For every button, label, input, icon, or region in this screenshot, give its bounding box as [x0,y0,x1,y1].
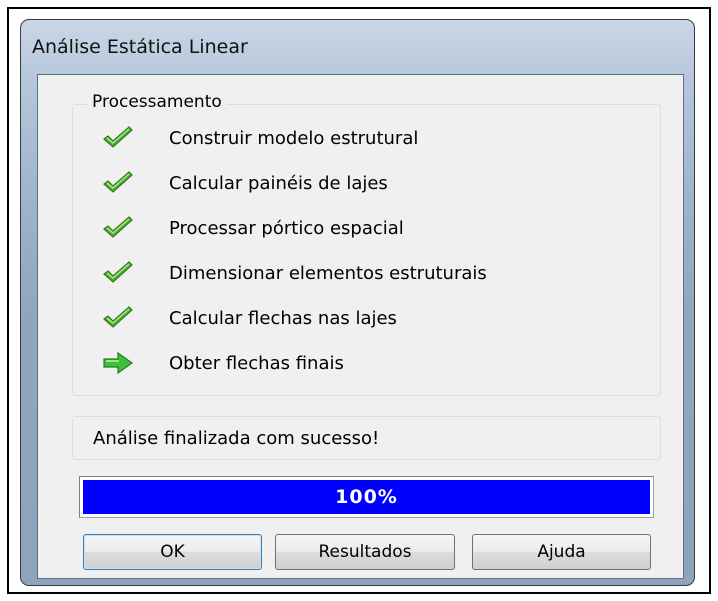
step-label: Construir modelo estrutural [169,127,419,149]
step-item: Construir modelo estrutural [98,121,638,155]
arrow-right-icon [98,348,138,378]
step-label: Calcular flechas nas lajes [169,307,397,329]
status-message: Análise finalizada com sucesso! [93,428,380,449]
step-label: Calcular painéis de lajes [169,172,388,194]
ok-button[interactable]: OK [83,534,262,570]
check-icon [98,303,138,333]
help-button[interactable]: Ajuda [472,534,651,570]
check-icon [98,168,138,198]
step-item: Processar pórtico espacial [98,211,638,245]
step-item: Obter flechas finais [98,346,638,380]
results-button[interactable]: Resultados [275,534,455,570]
progress-label: 100% [335,486,398,508]
step-label: Dimensionar elementos estruturais [169,262,487,284]
step-item: Calcular flechas nas lajes [98,301,638,335]
progress-bar: 100% [79,476,654,518]
check-icon [98,213,138,243]
step-item: Calcular painéis de lajes [98,166,638,200]
check-icon [98,123,138,153]
check-icon [98,258,138,288]
step-label: Processar pórtico espacial [169,217,404,239]
processing-group-label: Processamento [88,92,226,112]
step-item: Dimensionar elementos estruturais [98,256,638,290]
window-title: Análise Estática Linear [32,36,248,58]
step-label: Obter flechas finais [169,352,344,374]
